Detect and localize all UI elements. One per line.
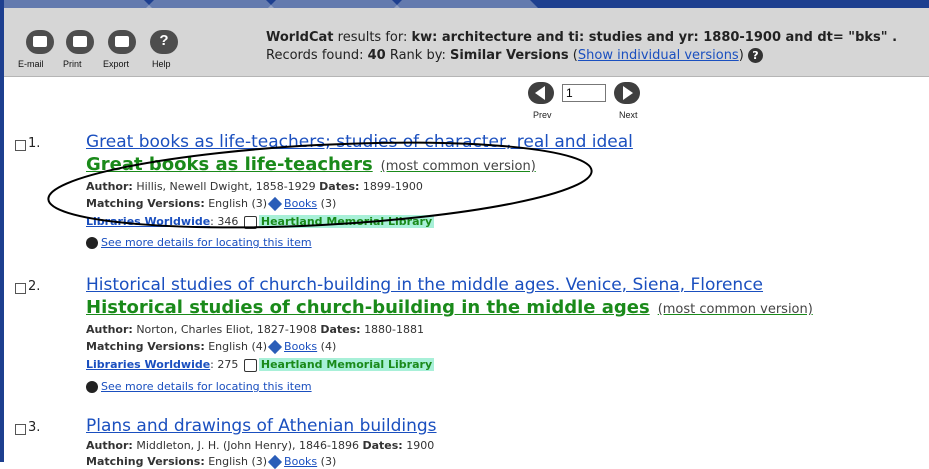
details-line: See more details for locating this item	[86, 380, 312, 393]
record-checkbox[interactable]	[15, 424, 26, 435]
worldcat-label: WorldCat	[266, 30, 334, 45]
record-title-link[interactable]: Great books as life-teachers; studies of…	[86, 132, 633, 152]
common-version-title-link[interactable]: Historical studies of church-building in…	[86, 297, 813, 318]
libraries-count: : 346	[210, 215, 239, 228]
top-tab-strip	[4, 0, 929, 8]
author-label: Author:	[86, 180, 133, 193]
books-format-link[interactable]: Books	[284, 197, 317, 210]
records-found-count: 40	[367, 48, 386, 63]
export-button[interactable]	[108, 30, 136, 54]
export-label[interactable]: Export	[103, 59, 129, 69]
library-name[interactable]: Heartland Memorial Library	[258, 215, 435, 228]
help-label[interactable]: Help	[152, 59, 171, 69]
record-number: 3.	[28, 420, 41, 435]
show-individual-versions-link[interactable]: Show individual versions	[578, 48, 739, 63]
print-icon	[73, 36, 87, 47]
email-icon	[33, 36, 47, 47]
author-value: Hillis, Newell Dwight, 1858-1929	[136, 180, 316, 193]
matching-versions-line: Matching Versions: English (3) Books (3)	[86, 196, 337, 212]
records-summary: Records found: 40 Rank by: Similar Versi…	[266, 48, 763, 63]
tab-shapes	[4, 0, 538, 8]
author-value: Middleton, J. H. (John Henry), 1846-1896	[136, 439, 359, 452]
dates-label: Dates:	[362, 439, 403, 452]
email-button[interactable]	[26, 30, 54, 54]
prev-label: Prev	[533, 110, 552, 120]
common-version-title-link[interactable]: Great books as life-teachers (most common…	[86, 154, 536, 175]
record-checkbox[interactable]	[15, 283, 26, 294]
see-more-details-link[interactable]: See more details for locating this item	[101, 236, 312, 249]
dates-label: Dates:	[320, 323, 361, 336]
email-label[interactable]: E-mail	[18, 59, 44, 69]
export-icon	[115, 36, 129, 47]
record-title-link[interactable]: Plans and drawings of Athenian buildings	[86, 416, 437, 436]
books-count: (3)	[320, 197, 337, 210]
matching-versions-line: Matching Versions: English (4) Books (4)	[86, 339, 337, 355]
details-line: See more details for locating this item	[86, 236, 312, 249]
search-query: kw: architecture and ti: studies and yr:…	[411, 30, 898, 45]
libraries-line: Libraries Worldwide: 275 Heartland Memor…	[86, 358, 435, 372]
records-found-label: Records found:	[266, 48, 364, 63]
matching-value: English (3)	[208, 197, 268, 210]
help-icon: ?	[159, 32, 169, 49]
libraries-count: : 275	[210, 358, 239, 371]
matching-label: Matching Versions:	[86, 340, 205, 353]
matching-value: English (4)	[208, 340, 268, 353]
books-count: (4)	[320, 340, 337, 353]
author-label: Author:	[86, 323, 133, 336]
common-version-title[interactable]: Great books as life-teachers	[86, 154, 373, 175]
common-version-title[interactable]: Historical studies of church-building in…	[86, 297, 650, 318]
dates-label: Dates:	[319, 180, 360, 193]
book-format-icon	[267, 339, 283, 355]
print-label[interactable]: Print	[63, 59, 82, 69]
books-format-link[interactable]: Books	[284, 340, 317, 353]
next-button[interactable]	[614, 82, 640, 104]
author-line: Author: Middleton, J. H. (John Henry), 1…	[86, 439, 434, 452]
details-icon	[86, 237, 98, 249]
record-checkbox[interactable]	[15, 140, 26, 151]
library-icon	[243, 215, 257, 229]
rank-by-value: Similar Versions	[449, 48, 569, 63]
rank-by-label: Rank by:	[389, 48, 446, 63]
record-number: 1.	[28, 136, 41, 151]
author-line: Author: Hillis, Newell Dwight, 1858-1929…	[86, 180, 423, 193]
prev-button[interactable]	[528, 82, 554, 104]
author-line: Author: Norton, Charles Eliot, 1827-1908…	[86, 323, 424, 336]
next-arrow-icon	[623, 86, 633, 100]
prev-arrow-icon	[535, 86, 545, 100]
dates-value: 1899-1900	[362, 180, 423, 193]
record-title-link[interactable]: Historical studies of church-building in…	[86, 275, 763, 295]
page-number-input[interactable]	[562, 84, 606, 102]
search-summary: WorldCat results for: kw: architecture a…	[266, 30, 897, 45]
dates-value: 1900	[406, 439, 435, 452]
library-name[interactable]: Heartland Memorial Library	[258, 358, 435, 371]
record-number: 2.	[28, 279, 41, 294]
dates-value: 1880-1881	[364, 323, 425, 336]
library-icon	[243, 358, 257, 372]
libraries-worldwide-link[interactable]: Libraries Worldwide	[86, 215, 210, 228]
results-for-label: results for:	[337, 30, 408, 45]
help-button[interactable]: ?	[150, 30, 178, 54]
book-format-icon	[267, 196, 283, 212]
details-icon	[86, 381, 98, 393]
author-value: Norton, Charles Eliot, 1827-1908	[136, 323, 317, 336]
rank-help-icon[interactable]: ?	[747, 48, 763, 63]
common-version-note: (most common version)	[657, 302, 813, 317]
matching-label: Matching Versions:	[86, 197, 205, 210]
see-more-details-link[interactable]: See more details for locating this item	[101, 380, 312, 393]
common-version-note: (most common version)	[380, 159, 536, 174]
libraries-line: Libraries Worldwide: 346 Heartland Memor…	[86, 215, 435, 229]
libraries-worldwide-link[interactable]: Libraries Worldwide	[86, 358, 210, 371]
print-button[interactable]	[66, 30, 94, 54]
next-label: Next	[619, 110, 638, 120]
author-label: Author:	[86, 439, 133, 452]
